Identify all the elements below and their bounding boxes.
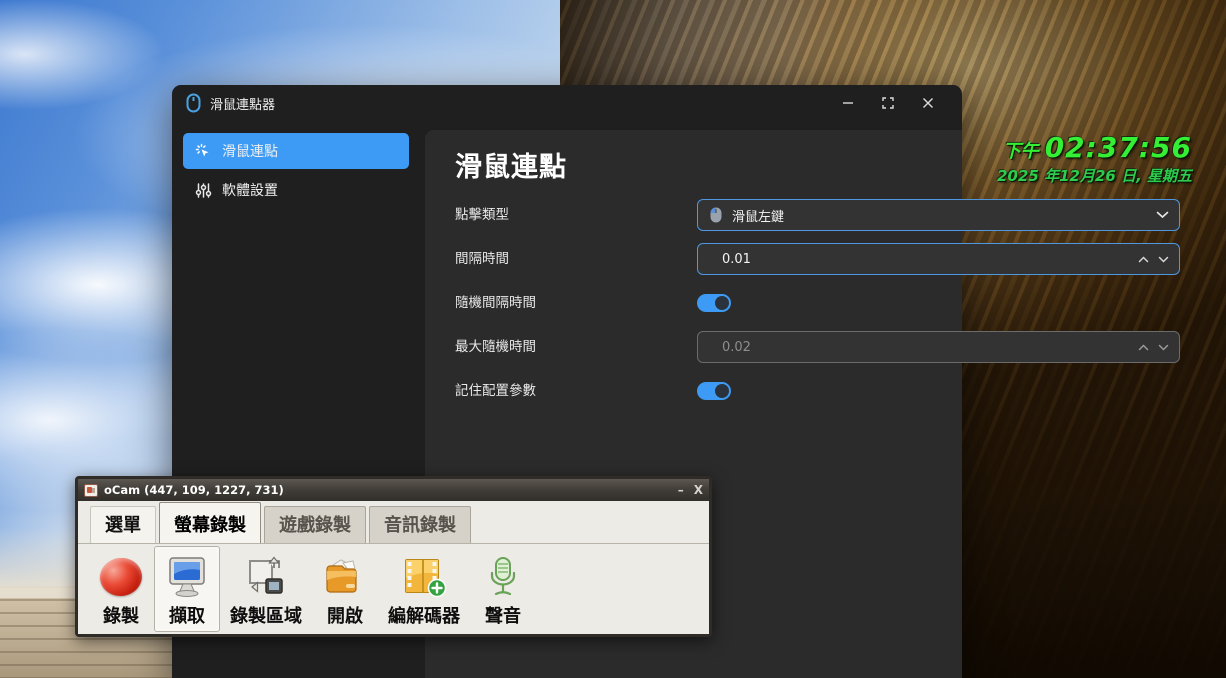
tab-label: 選單 [105,515,141,536]
clock-meridiem: 下午 [1003,141,1039,162]
remember-config-toggle[interactable] [697,382,731,400]
ocam-app-icon [84,484,98,497]
page-title: 滑鼠連點 [455,145,567,184]
click-type-dropdown[interactable]: 滑鼠左鍵 [697,199,1180,231]
spinner-value: 0.02 [722,340,1138,355]
window-title: 滑鼠連點器 [210,94,275,113]
record-button[interactable]: 錄製 [88,546,154,632]
mouse-app-icon [186,93,201,113]
resize-region-icon [244,555,288,599]
clicker-titlebar[interactable]: 滑鼠連點器 [172,85,962,121]
ocam-minimize-button[interactable]: – [678,484,684,496]
spinner-up-icon[interactable] [1138,256,1149,263]
record-region-button[interactable]: 錄製區域 [220,546,312,632]
ocam-toolbar: 錄製 擷取 [78,543,709,634]
sidebar-item-label: 軟體設置 [222,180,278,200]
microphone-icon [481,555,525,599]
record-icon [98,555,145,598]
minimize-icon [842,97,854,109]
codec-icon [401,555,447,599]
tab-label: 遊戲錄製 [279,515,351,536]
folder-icon [323,555,367,599]
cursor-click-icon [195,143,212,160]
maximize-button[interactable] [868,88,908,118]
tab-game-recording[interactable]: 遊戲錄製 [264,506,366,543]
setting-row-max-random: 最大隨機時間 0.02 [455,331,938,363]
clock-time-line: 下午 02:37:56 [997,131,1192,164]
tool-label: 錄製 [103,602,139,628]
spinner-down-icon[interactable] [1158,344,1169,351]
setting-label: 點擊類型 [455,207,509,223]
close-icon [922,97,934,109]
tab-screen-recording[interactable]: 螢幕錄製 [159,502,261,544]
setting-label: 隨機間隔時間 [455,295,536,311]
tab-label: 音訊錄製 [384,515,456,536]
desktop-clock: 下午 02:37:56 2025 年12月26 日, 星期五 [997,131,1192,186]
sidebar-item-software-settings[interactable]: 軟體設置 [183,172,409,208]
spinner-up-icon[interactable] [1138,344,1149,351]
mouse-left-icon [710,207,722,223]
spinner-down-icon[interactable] [1158,256,1169,263]
clock-date: 2025 年12月26 日, 星期五 [997,165,1192,186]
ocam-window: oCam (447, 109, 1227, 731) – X 選單 螢幕錄製 遊… [75,476,712,637]
sliders-icon [195,182,212,199]
tool-label: 聲音 [485,602,521,628]
setting-row-interval: 間隔時間 0.01 [455,243,938,275]
chevron-down-icon [1156,211,1169,219]
tab-label: 螢幕錄製 [174,515,246,536]
setting-label: 間隔時間 [455,251,509,267]
codec-button[interactable]: 編解碼器 [378,546,470,632]
tool-label: 錄製區域 [230,602,302,628]
maximize-icon [882,97,894,109]
setting-row-click-type: 點擊類型 滑鼠左鍵 [455,199,938,231]
ocam-close-button[interactable]: X [694,484,703,496]
tool-label: 編解碼器 [388,602,460,628]
open-button[interactable]: 開啟 [312,546,378,632]
setting-label: 最大隨機時間 [455,339,536,355]
random-interval-toggle[interactable] [697,294,731,312]
sidebar-item-mouse-clicker[interactable]: 滑鼠連點 [183,133,409,169]
ocam-tab-bar: 選單 螢幕錄製 遊戲錄製 音訊錄製 [78,501,709,543]
minimize-button[interactable] [828,88,868,118]
monitor-icon [165,555,209,599]
capture-button[interactable]: 擷取 [154,546,220,632]
setting-row-remember-config: 記住配置參數 [455,375,938,407]
clock-time: 02:37:56 [1045,131,1192,164]
spinner-value: 0.01 [722,252,1138,267]
tab-audio-recording[interactable]: 音訊錄製 [369,506,471,543]
sound-button[interactable]: 聲音 [470,546,536,632]
interval-spinner[interactable]: 0.01 [697,243,1180,275]
close-button[interactable] [908,88,948,118]
setting-row-random-interval: 隨機間隔時間 [455,287,938,319]
ocam-window-title: oCam (447, 109, 1227, 731) [104,483,284,497]
tool-label: 開啟 [327,602,363,628]
setting-label: 記住配置參數 [455,383,536,399]
max-random-spinner[interactable]: 0.02 [697,331,1180,363]
tab-menu[interactable]: 選單 [90,506,156,543]
tool-label: 擷取 [169,602,205,628]
dropdown-selected-value: 滑鼠左鍵 [732,206,1156,225]
toggle-knob [715,384,729,398]
ocam-titlebar[interactable]: oCam (447, 109, 1227, 731) – X [78,479,709,501]
toggle-knob [715,296,729,310]
sidebar-item-label: 滑鼠連點 [222,141,278,161]
